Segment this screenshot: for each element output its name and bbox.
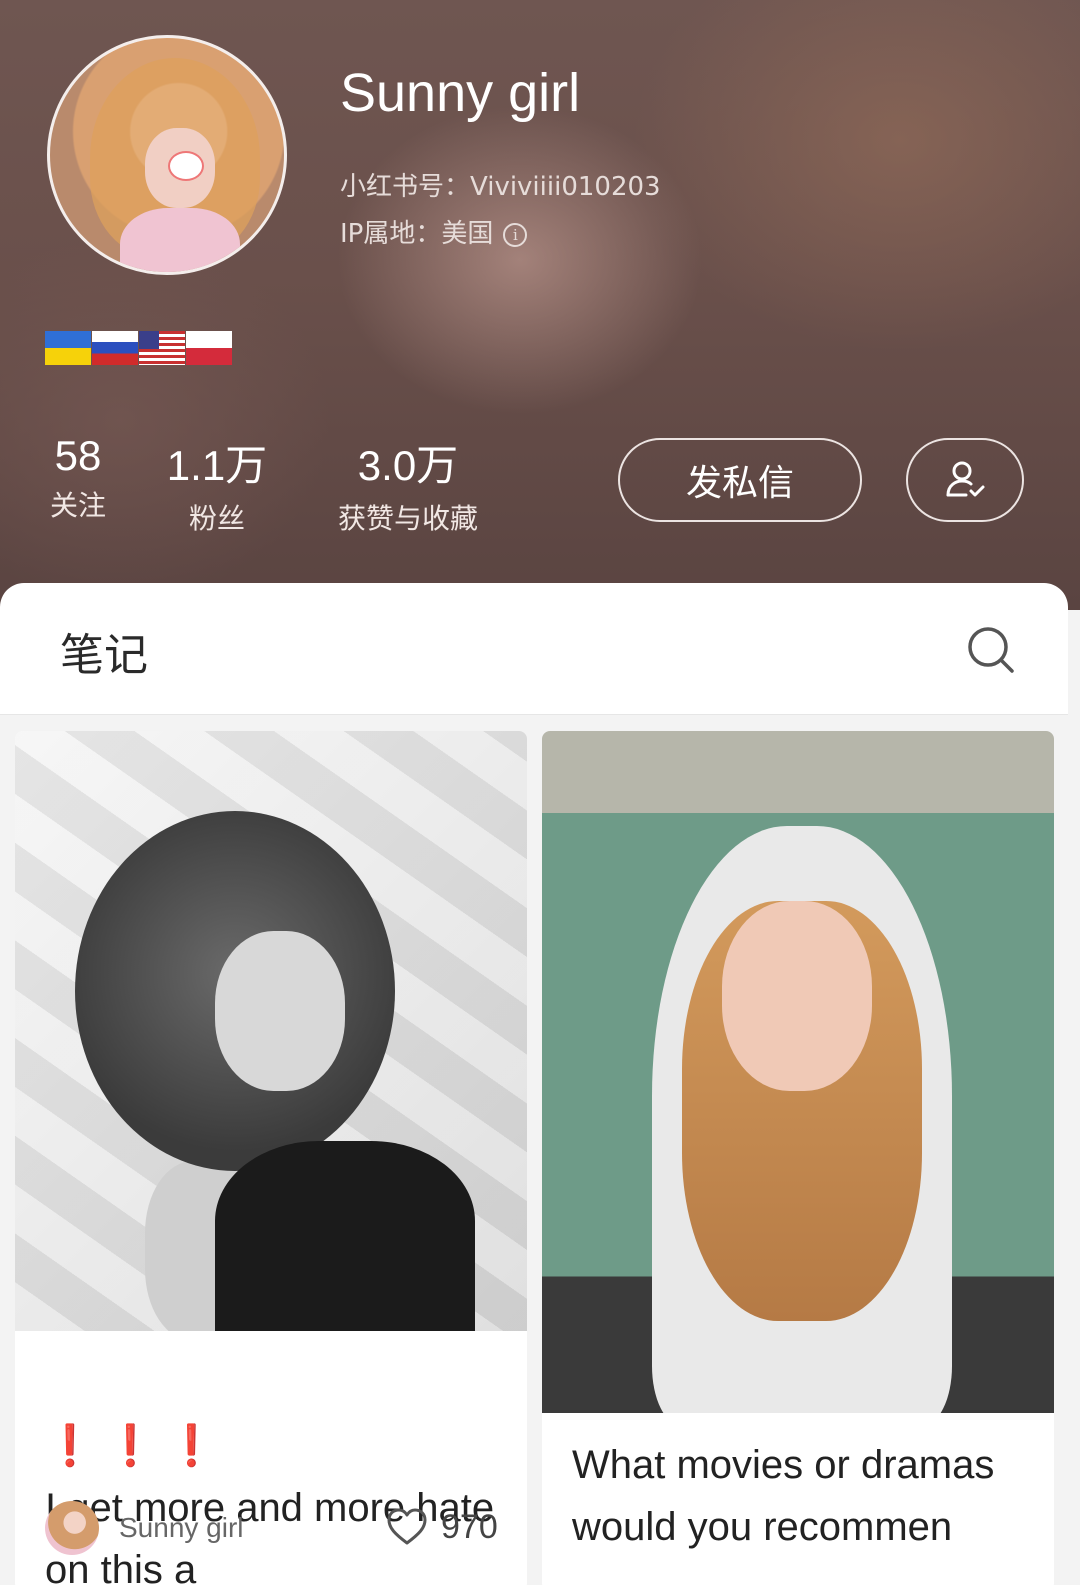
send-message-button[interactable]: 发私信 [618,438,862,522]
search-button[interactable] [964,623,1018,677]
like-count: 970 [441,1507,498,1546]
note-card[interactable]: ❗ ❗ ❗ I get more and more hate on this a… [15,731,527,1585]
stat-following-label: 关注 [49,489,106,522]
stat-followers-value: 1.1万 [166,442,268,489]
info-icon[interactable]: i [503,222,528,247]
heart-icon [387,1508,427,1545]
profile-name: Sunny girl [340,63,581,123]
stat-following[interactable]: 58 关注 [45,432,111,524]
follow-button[interactable] [906,438,1024,522]
like-button[interactable]: 970 [385,1507,498,1547]
tab-notes[interactable]: 笔记 [60,619,148,683]
author-name: Sunny girl [119,1512,244,1543]
stat-followers-label: 粉丝 [188,502,245,535]
stat-likes-value: 3.0万 [357,442,459,489]
ip-location-text: IP属地：美国 [340,219,494,249]
note-card[interactable]: What movies or dramas would you recommen [542,731,1054,1585]
profile-avatar[interactable] [47,35,287,275]
usa-flag-icon [139,331,185,365]
exclamation-icon: ❗ ❗ ❗ [45,1424,217,1468]
hello-kitty-sticker-icon [168,151,204,181]
flag-row [45,331,233,365]
profile-id: 小红书号：Viviviiii010203 [340,172,661,202]
note-author[interactable]: Sunny girl [45,1501,244,1555]
note-cover-image[interactable] [15,731,527,1331]
author-avatar [45,1501,99,1555]
notes-tab-bar: 笔记 [0,583,1068,715]
stat-following-value: 58 [54,432,102,479]
search-icon [968,627,1014,673]
note-title: What movies or dramas would you recommen [572,1443,995,1549]
ukraine-flag-icon [45,331,91,365]
user-check-icon [946,461,985,497]
note-cover-image[interactable] [542,731,1054,1413]
stat-likes-label: 获赞与收藏 [337,502,478,535]
russia-flag-icon [92,331,138,365]
profile-ip-location: IP属地：美国 i [340,213,528,250]
profile-header: Sunny girl 小红书号：Viviviiii010203 IP属地：美国 i… [0,0,1080,610]
stat-likes-collections[interactable]: 3.0万 获赞与收藏 [326,432,490,537]
poland-flag-icon [186,331,232,365]
stat-followers[interactable]: 1.1万 粉丝 [162,432,272,537]
